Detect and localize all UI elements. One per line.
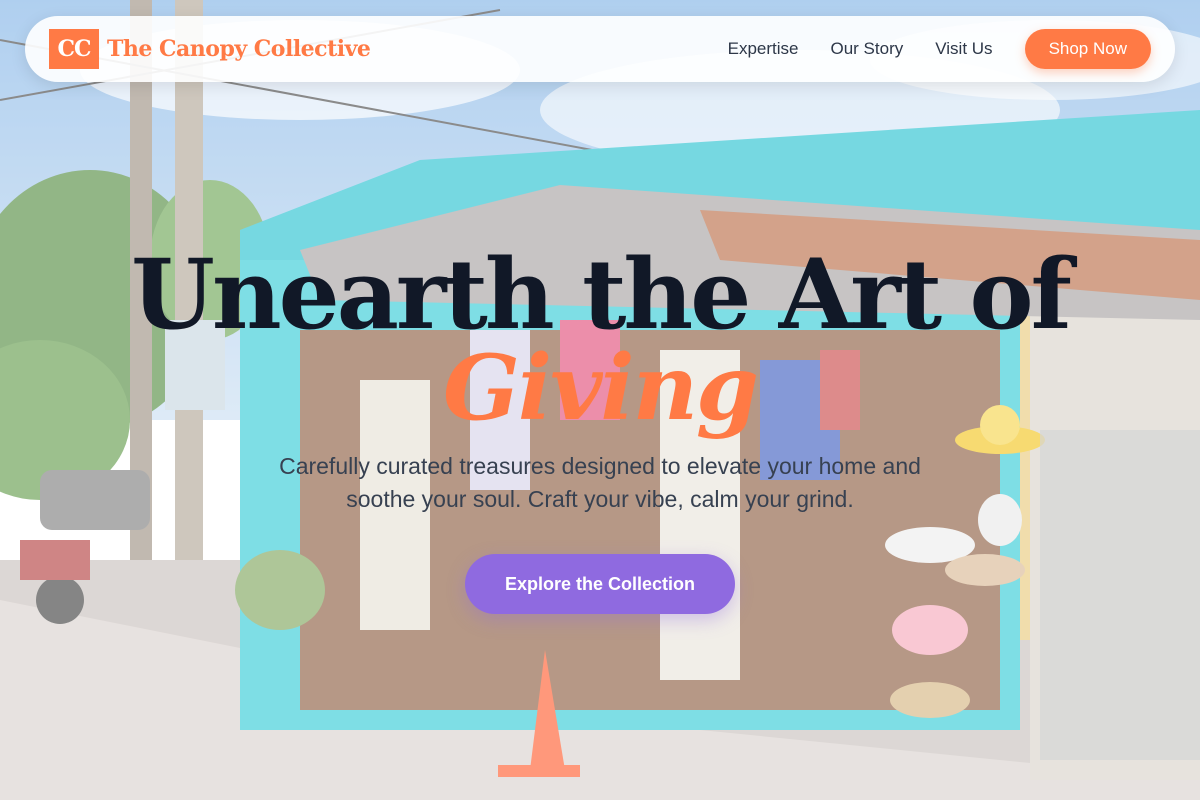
hero-headline-accent: Giving: [443, 335, 759, 441]
nav-link-our-story[interactable]: Our Story: [831, 39, 904, 59]
nav-link-visit-us[interactable]: Visit Us: [935, 39, 992, 59]
hero-section: Unearth the Art of Giving Carefully cura…: [0, 240, 1200, 614]
explore-collection-button[interactable]: Explore the Collection: [465, 554, 735, 614]
hero-subcopy: Carefully curated treasures designed to …: [279, 453, 921, 512]
brand-name[interactable]: The Canopy Collective: [107, 36, 371, 62]
nav-link-expertise[interactable]: Expertise: [728, 39, 799, 59]
hero-headline: Unearth the Art of Giving: [0, 240, 1200, 441]
primary-nav: Expertise Our Story Visit Us Shop Now: [728, 29, 1151, 69]
shop-now-button[interactable]: Shop Now: [1024, 29, 1151, 69]
brand-logo-mark[interactable]: CC: [49, 29, 99, 69]
top-navbar: CC The Canopy Collective Expertise Our S…: [25, 16, 1175, 82]
